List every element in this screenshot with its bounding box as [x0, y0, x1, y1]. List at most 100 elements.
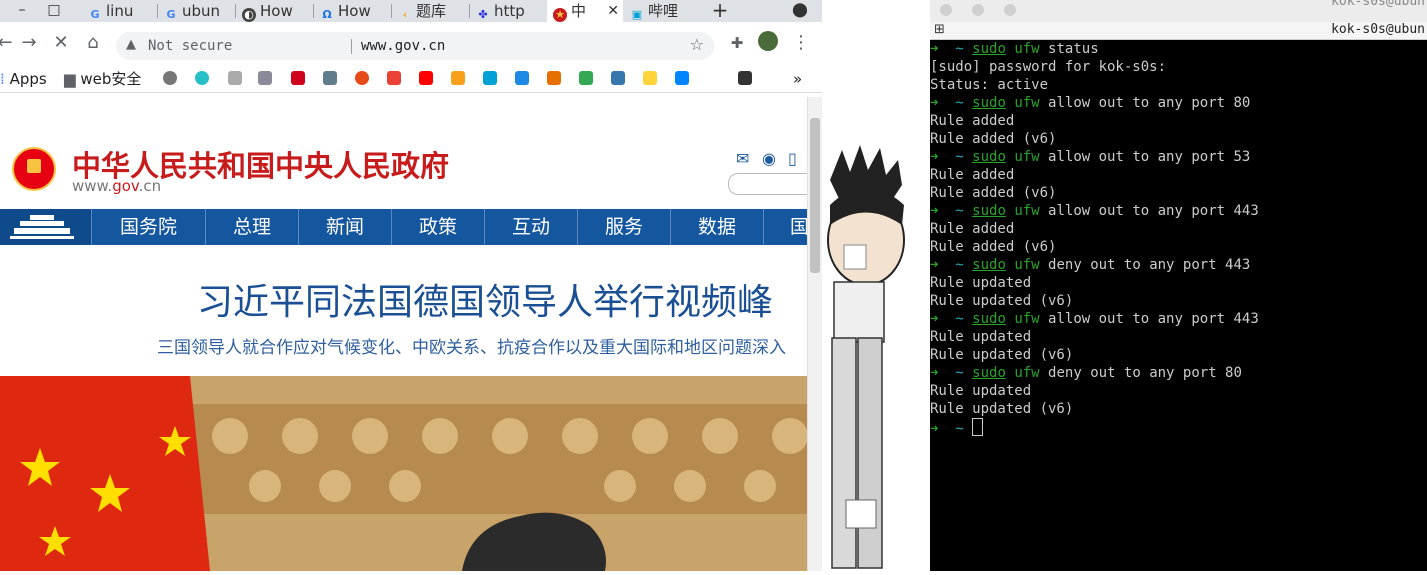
checkmark-icon[interactable] — [515, 71, 529, 85]
zhihu-icon[interactable] — [675, 71, 689, 85]
nav-item-shuju[interactable]: 数据 — [670, 209, 763, 245]
tab-linu[interactable]: Glinu — [82, 0, 156, 22]
java-icon[interactable] — [547, 71, 561, 85]
bookmark-icon[interactable] — [228, 71, 242, 85]
output-text: Rule added (v6) — [930, 239, 1057, 255]
main-nav: 国务院 总理 新闻 政策 互动 服务 数据 国 — [0, 209, 807, 245]
more-bookmarks-button[interactable]: » — [793, 69, 802, 89]
apps-grid-icon: ⁞ — [0, 70, 5, 88]
maximize-window-button[interactable] — [1004, 4, 1016, 16]
nav-item-fuwu[interactable]: 服务 — [577, 209, 670, 245]
terminal-output-line: Rule updated (v6) — [930, 346, 1427, 364]
tab-search-button[interactable]: ⬤ — [790, 0, 810, 22]
forward-arrow-icon[interactable]: → — [16, 30, 42, 56]
folder-bookmark[interactable]: ▆ web安全 — [64, 69, 141, 89]
avatar[interactable] — [755, 30, 781, 56]
bookmark-icon[interactable] — [323, 71, 337, 85]
anime-character-wallpaper — [827, 145, 905, 569]
security-status: Not secure — [148, 38, 233, 54]
home-icon[interactable]: ⌂ — [80, 30, 106, 56]
tab-ubun[interactable]: Gubun — [158, 0, 234, 22]
prompt-arrow: ➜ — [930, 257, 939, 273]
minimize-button[interactable]: – — [12, 0, 32, 22]
scrollbar-thumb[interactable] — [810, 118, 820, 273]
bookmark-icon[interactable] — [195, 71, 209, 85]
address-bar[interactable]: ▲ Not secure www.gov.cn ☆ — [116, 32, 714, 60]
apps-bookmark[interactable]: ⁞ Apps — [0, 69, 47, 89]
command-args: deny out to any port 80 — [1039, 365, 1242, 381]
new-tab-button[interactable]: + — [710, 0, 730, 22]
terminal-prompt-line[interactable]: ➜ ~ — [930, 418, 1427, 437]
output-text: Rule added (v6) — [930, 131, 1057, 147]
tab-tiku[interactable]: ‹ 题库 — [392, 0, 468, 22]
menu-kebab-icon[interactable]: ⋮ — [788, 30, 814, 56]
nav-item-guo[interactable]: 国 — [763, 209, 807, 245]
extensions-icon[interactable]: ✚ — [724, 30, 750, 56]
minimize-window-button[interactable] — [972, 4, 984, 16]
close-window-button[interactable] — [940, 4, 952, 16]
tab-bilibili[interactable]: ▣ 哔哩 — [624, 0, 700, 22]
nav-item-guowuyuan[interactable]: 国务院 — [91, 209, 205, 245]
help-icon: Ω — [322, 8, 332, 21]
telegram-icon[interactable] — [163, 71, 177, 85]
nav-item-xinwen[interactable]: 新闻 — [298, 209, 391, 245]
prompt-arrow: ➜ — [930, 311, 939, 327]
split-pane-icon[interactable]: ⊞ — [934, 22, 945, 37]
bookmark-icon[interactable] — [355, 71, 369, 85]
nav-item-zhengce[interactable]: 政策 — [391, 209, 484, 245]
tab-http[interactable]: ✤ http — [470, 0, 546, 22]
terminal-output-line: [sudo] password for kok-s0s: — [930, 58, 1427, 76]
prompt-dir: ~ — [955, 95, 964, 111]
chat-icon[interactable]: ◉ — [762, 149, 776, 168]
gmail-icon[interactable] — [387, 71, 401, 85]
desktop-wallpaper — [822, 0, 930, 571]
bookmark-icon[interactable] — [738, 71, 752, 85]
bookmark-icon[interactable] — [258, 71, 272, 85]
maximize-button[interactable]: □ — [44, 0, 64, 22]
tab-label: How — [338, 2, 371, 20]
close-tab-icon[interactable]: ✕ — [607, 0, 619, 22]
python-icon[interactable] — [643, 71, 657, 85]
leetcode-icon: ‹ — [402, 8, 408, 21]
command-args: allow out to any port 53 — [1039, 149, 1251, 165]
baidu-icon: ✤ — [478, 8, 488, 21]
nav-item-zongli[interactable]: 总理 — [205, 209, 298, 245]
terminal-output-line: Rule updated — [930, 328, 1427, 346]
command-name: ufw — [1014, 41, 1040, 57]
prompt-dir: ~ — [955, 311, 964, 327]
terminal-output-line: Rule added — [930, 166, 1427, 184]
hero-photo[interactable] — [0, 376, 807, 571]
terminal-output-line: Rule updated (v6) — [930, 400, 1427, 418]
leetcode-icon[interactable] — [451, 71, 465, 85]
headline-link[interactable]: 习近平同法国德国领导人举行视频峰 — [197, 273, 773, 325]
hero-image — [0, 376, 807, 571]
mobile-icon[interactable]: ▯ — [788, 149, 797, 168]
chart-icon[interactable] — [579, 71, 593, 85]
url-text[interactable]: www.gov.cn — [361, 38, 445, 54]
youtube-icon[interactable] — [419, 71, 433, 85]
terminal-window[interactable]: kok-s0s@ubun ⊞ kok-s0s@ubun ➜ ~ sudo ufw… — [930, 0, 1427, 571]
terminal-command-line: ➜ ~ sudo ufw deny out to any port 443 — [930, 256, 1427, 274]
divider — [351, 39, 352, 54]
bookmark-icon[interactable] — [291, 71, 305, 85]
search-input[interactable] — [728, 173, 807, 195]
prompt-dir: ~ — [955, 421, 964, 437]
tab-gov-active[interactable]: ★ 中 ✕ — [547, 0, 623, 22]
nav-home[interactable] — [0, 209, 91, 245]
output-text: Rule added (v6) — [930, 185, 1057, 201]
output-text: Rule added — [930, 113, 1015, 129]
terminal-command-line: ➜ ~ sudo ufw deny out to any port 80 — [930, 364, 1427, 382]
tab-how-1[interactable]: ◐ How — [236, 0, 312, 22]
tab-how-2[interactable]: Ω How — [314, 0, 390, 22]
bookmark-star-icon[interactable]: ☆ — [690, 35, 704, 54]
stop-loading-icon[interactable]: ✕ — [48, 30, 74, 56]
folder-label: web安全 — [80, 70, 142, 88]
prompt-arrow: ➜ — [930, 95, 939, 111]
python-icon[interactable] — [611, 71, 625, 85]
mail-icon[interactable]: ✉ — [736, 149, 749, 168]
terminal-tab-title[interactable]: kok-s0s@ubun — [1331, 22, 1425, 37]
bilibili-icon[interactable] — [483, 71, 497, 85]
domain-prefix: www. — [72, 177, 113, 195]
folder-icon: ▆ — [64, 70, 76, 88]
nav-item-hudong[interactable]: 互动 — [484, 209, 577, 245]
